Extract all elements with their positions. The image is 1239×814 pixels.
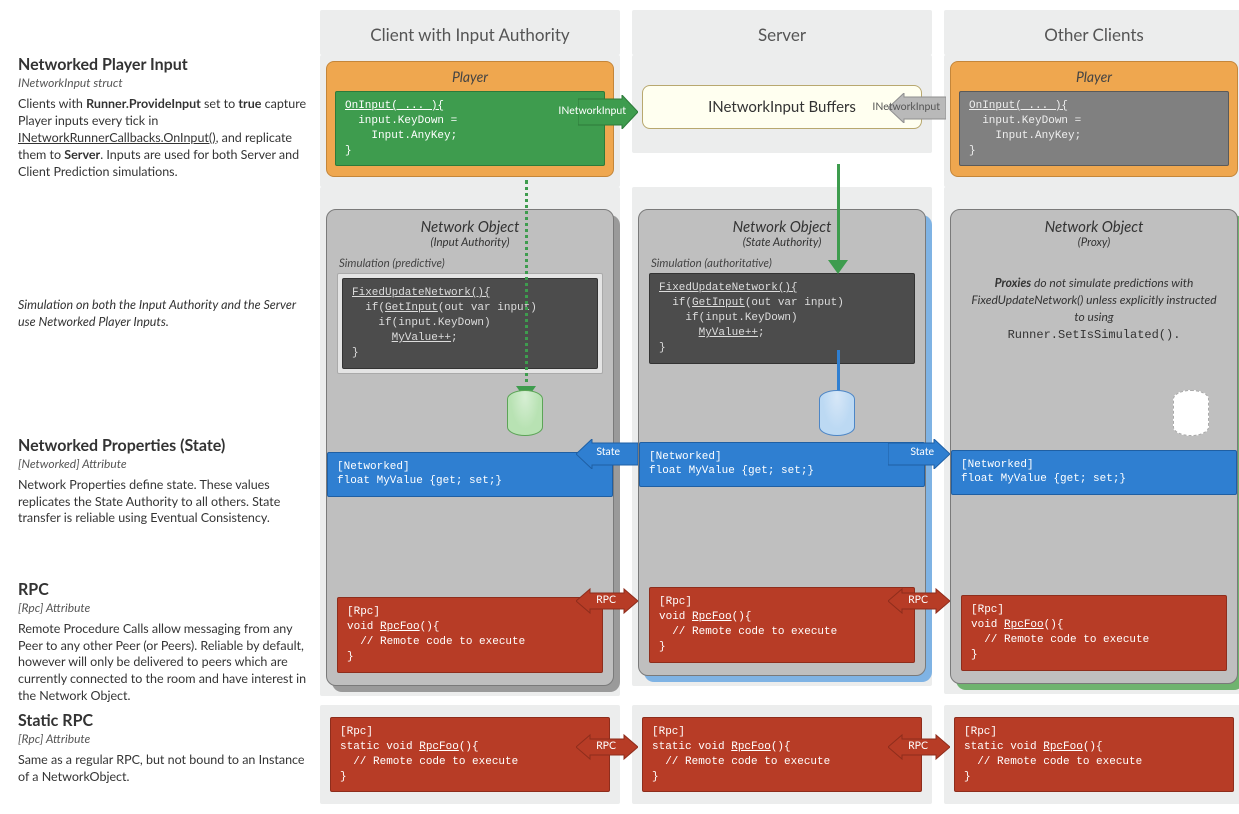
- code-srpc-server: [Rpc] static void RpcFoo(){ // Remote co…: [642, 717, 922, 792]
- code-srpc-client: [Rpc] static void RpcFoo(){ // Remote co…: [330, 717, 610, 792]
- label-rpc: RPC: [596, 740, 616, 752]
- player-box-other: Player OnInput( ... ){ input.KeyDown = I…: [950, 61, 1238, 177]
- sim-label: Simulation (predictive): [339, 257, 603, 270]
- heading: Networked Player Input: [18, 55, 308, 74]
- code-state-server: [Networked] float MyValue {get; set;}: [639, 442, 925, 488]
- body: Network Properties define state. These v…: [18, 477, 308, 528]
- flow-dotted-green: [525, 180, 528, 390]
- lane-client-netobj: Network Object (Input Authority) Simulat…: [320, 187, 620, 695]
- label-inetworkinput-gray: INetworkInput: [872, 101, 940, 113]
- label-rpc: RPC: [908, 740, 928, 752]
- code-srpc-other: [Rpc] static void RpcFoo(){ // Remote co…: [954, 717, 1234, 792]
- subheading: [Rpc] Attribute: [18, 731, 308, 746]
- netobj-title: Network Object: [649, 218, 915, 236]
- col-header-server: Server: [638, 16, 926, 55]
- cylinder-blue: [819, 390, 855, 436]
- code-state-client: [Networked] float MyValue {get; set;}: [327, 452, 613, 498]
- netobj-sub: (Input Authority): [337, 236, 603, 249]
- side-networked-props: Networked Properties (State) [Networked]…: [18, 436, 308, 528]
- sim-label: Simulation (authoritative): [651, 257, 915, 270]
- cylinder-green: [507, 390, 543, 436]
- label-state: State: [910, 446, 934, 458]
- diagram-root: Client with Input Authority Server Other…: [18, 10, 1229, 804]
- flow-green-in: [837, 164, 840, 264]
- heading: Static RPC: [18, 711, 308, 730]
- side-static-rpc: Static RPC [Rpc] Attribute Same as a reg…: [18, 705, 308, 786]
- code-rpc-proxy: [Rpc] void RpcFoo(){ // Remote code to e…: [961, 595, 1227, 670]
- netobj-proxy: Network Object (Proxy) Proxies do not si…: [950, 209, 1238, 683]
- lane-server-netobj: Network Object (State Authority) Simulat…: [632, 187, 932, 685]
- lane-client-srpc: [Rpc] static void RpcFoo(){ // Remote co…: [320, 705, 620, 804]
- body: Remote Procedure Calls allow messaging f…: [18, 621, 308, 705]
- proxy-note: Proxies do not simulate predictions with…: [961, 257, 1227, 353]
- netobj-title: Network Object: [961, 218, 1227, 236]
- col-header-client: Client with Input Authority: [326, 16, 614, 55]
- netobj-title: Network Object: [337, 218, 603, 236]
- lane-client-player: Player OnInput( ... ){ input.KeyDown = I…: [320, 55, 620, 187]
- lane-other-player: Player OnInput( ... ){ input.KeyDown = I…: [944, 55, 1239, 187]
- lane-other-netobj: Network Object (Proxy) Proxies do not si…: [944, 187, 1239, 693]
- heading: RPC: [18, 580, 308, 599]
- cylinder-white: [1173, 390, 1209, 436]
- subheading: [Networked] Attribute: [18, 456, 308, 471]
- heading: Networked Properties (State): [18, 436, 308, 455]
- col-header-others: Other Clients: [950, 16, 1238, 55]
- body: Same as a regular RPC, but not bound to …: [18, 752, 308, 786]
- side-networked-input: Networked Player Input INetworkInput str…: [18, 55, 308, 180]
- body: Clients with Runner.ProvideInput set to …: [18, 96, 308, 180]
- netobj-sub: (Proxy): [961, 236, 1227, 249]
- code-oninput-other: OnInput( ... ){ input.KeyDown = Input.An…: [959, 91, 1229, 166]
- code-rpc-server: [Rpc] void RpcFoo(){ // Remote code to e…: [649, 587, 915, 662]
- label-rpc: RPC: [596, 594, 616, 606]
- lane-other-srpc: [Rpc] static void RpcFoo(){ // Remote co…: [944, 705, 1239, 804]
- lane-server-player: INetworkInput Buffers INetworkInput: [632, 55, 932, 153]
- netobj-sub: (State Authority): [649, 236, 915, 249]
- label-state: State: [596, 446, 620, 458]
- code-fixedupdate-client: FixedUpdateNetwork(){ if(GetInput(out va…: [342, 278, 598, 368]
- code-oninput-client: OnInput( ... ){ input.KeyDown = Input.An…: [335, 91, 605, 166]
- code-fixedupdate-server: FixedUpdateNetwork(){ if(GetInput(out va…: [649, 273, 915, 363]
- label-inetworkinput: INetworkInput: [558, 105, 626, 117]
- code-rpc-client: [Rpc] void RpcFoo(){ // Remote code to e…: [337, 597, 603, 672]
- subheading: INetworkInput struct: [18, 75, 308, 90]
- player-title: Player: [335, 68, 605, 85]
- lane-server-srpc: [Rpc] static void RpcFoo(){ // Remote co…: [632, 705, 932, 804]
- side-rpc: RPC [Rpc] Attribute Remote Procedure Cal…: [18, 580, 308, 705]
- side-sim: Simulation on both the Input Authority a…: [18, 187, 308, 331]
- arrowhead-green-in: [828, 260, 848, 274]
- netobj-state-authority: Network Object (State Authority) Simulat…: [638, 209, 926, 675]
- label-rpc: RPC: [908, 594, 928, 606]
- netobj-input-authority: Network Object (Input Authority) Simulat…: [326, 209, 614, 685]
- subheading: [Rpc] Attribute: [18, 600, 308, 615]
- player-title: Player: [959, 68, 1229, 85]
- code-state-proxy: [Networked] float MyValue {get; set;}: [951, 450, 1237, 496]
- player-box-client: Player OnInput( ... ){ input.KeyDown = I…: [326, 61, 614, 177]
- body: Simulation on both the Input Authority a…: [18, 297, 296, 329]
